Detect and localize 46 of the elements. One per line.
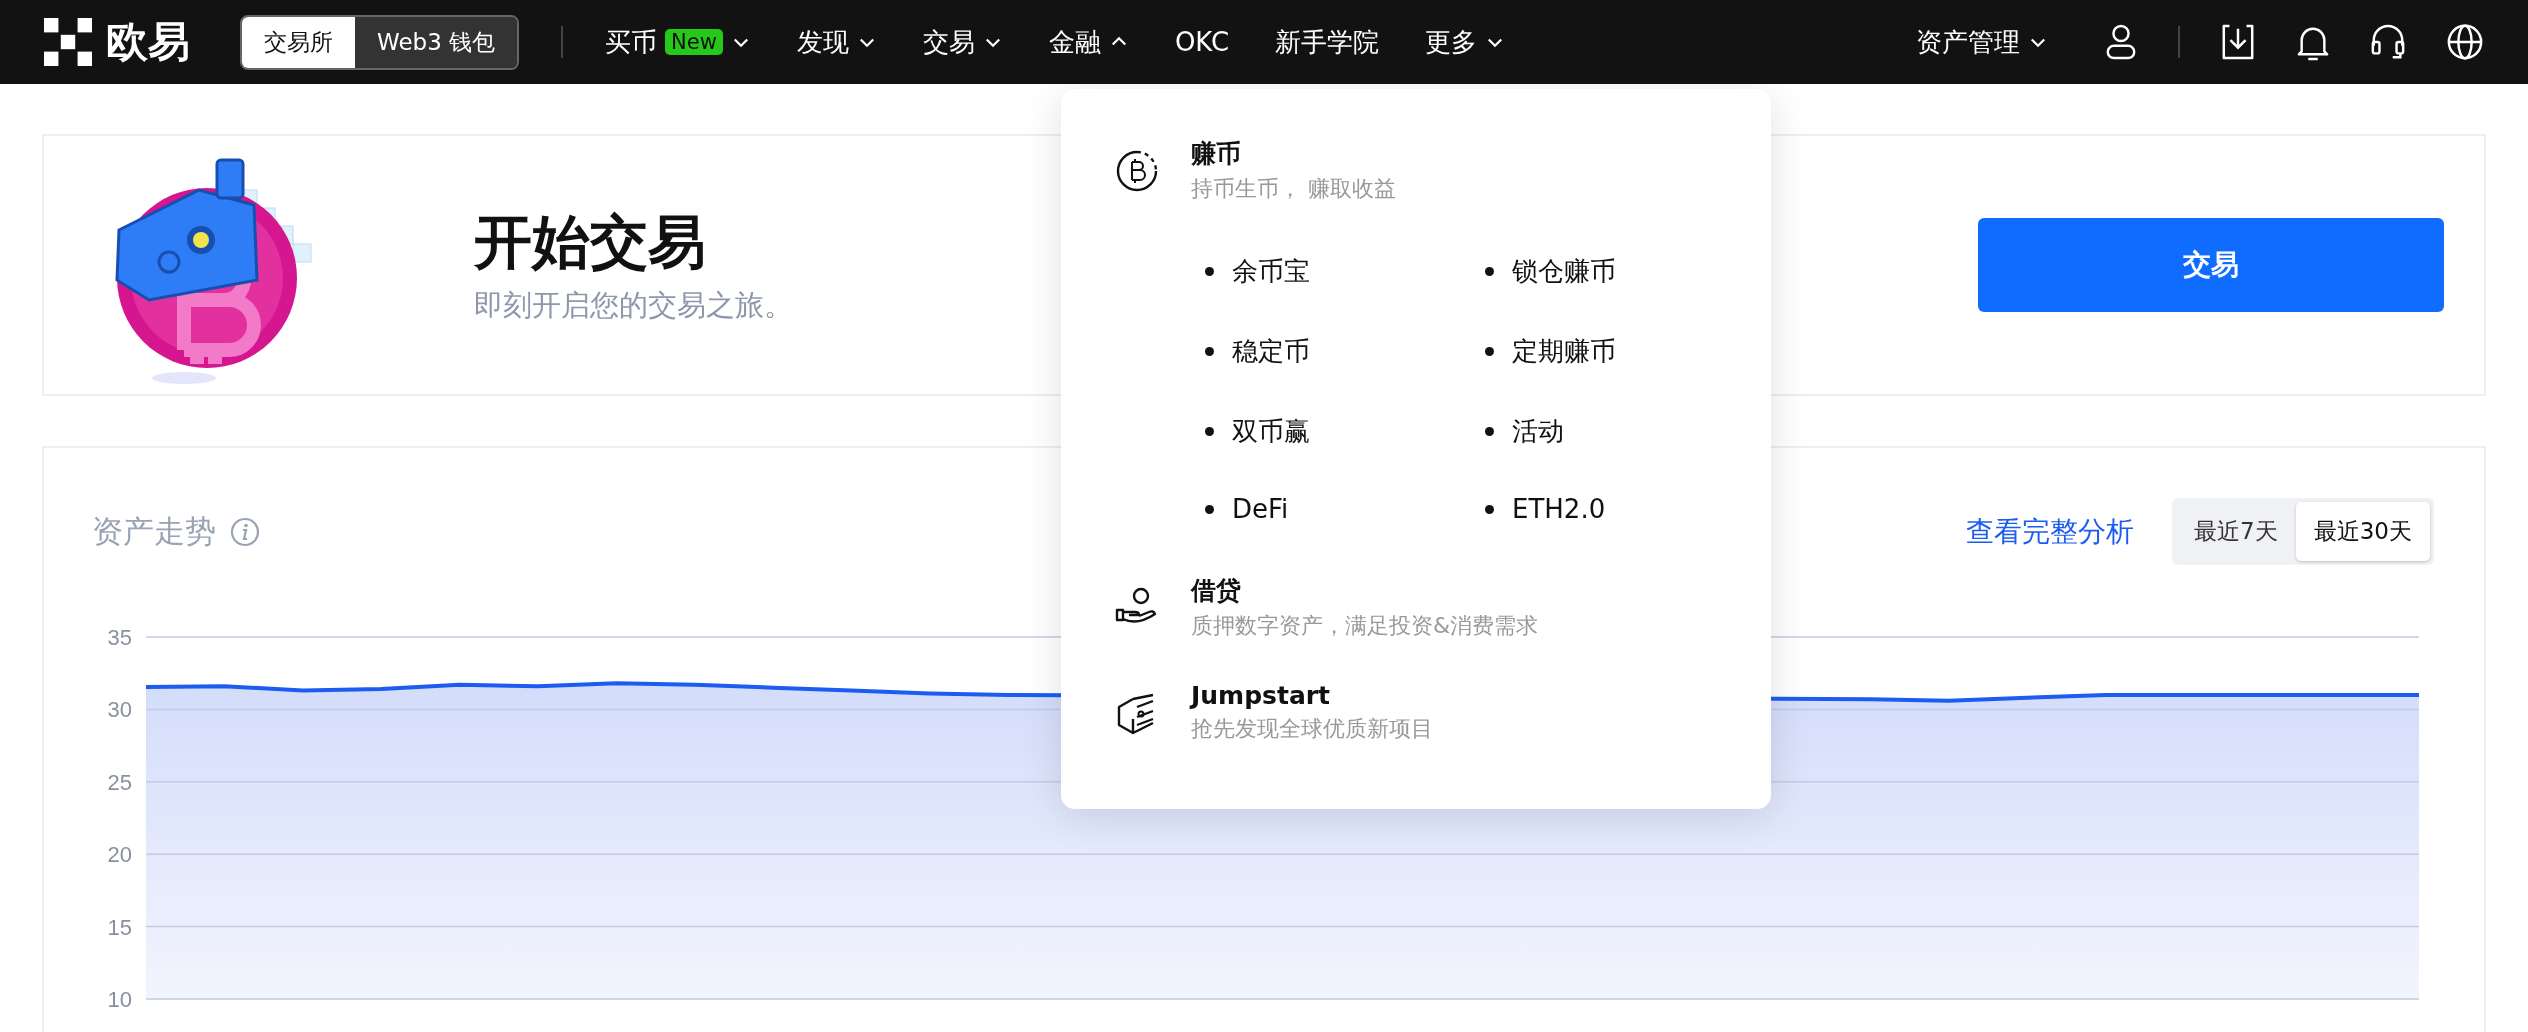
range-tab[interactable]: 最近30天 bbox=[2295, 502, 2430, 561]
nav-menu-item[interactable]: OKC bbox=[1158, 24, 1246, 60]
logo-checker-icon[interactable] bbox=[44, 18, 92, 66]
menu-section-title[interactable]: 赚币 bbox=[1191, 137, 1396, 170]
y-axis-label: 15 bbox=[107, 914, 132, 940]
menu-section-title[interactable]: Jumpstart bbox=[1191, 681, 1433, 710]
info-icon[interactable] bbox=[230, 516, 260, 547]
nav-menu-item[interactable]: 更多 bbox=[1409, 24, 1522, 60]
nav-menu-item[interactable]: 买币 New bbox=[589, 24, 767, 60]
menu-section-subtitle: 持币生币， 赚取收益 bbox=[1191, 175, 1396, 203]
submenu-link[interactable]: 定期赚币 bbox=[1485, 334, 1765, 369]
submenu-link[interactable]: 活动 bbox=[1485, 414, 1765, 449]
y-axis-label: 25 bbox=[107, 769, 132, 795]
banner-subtitle: 即刻开启您的交易之旅。 bbox=[474, 287, 793, 324]
user-icon[interactable] bbox=[2104, 23, 2138, 61]
nav-menu-item[interactable]: 发现 bbox=[780, 24, 893, 60]
coin-icon bbox=[1115, 149, 1159, 193]
logo-text[interactable]: 欧易 bbox=[106, 14, 190, 70]
nav-menu-item[interactable]: 新手学院 bbox=[1259, 24, 1396, 60]
submenu-link[interactable]: 稳定币 bbox=[1205, 334, 1485, 369]
range-tab[interactable]: 最近7天 bbox=[2176, 502, 2296, 561]
banner-title: 开始交易 bbox=[474, 207, 707, 278]
mode-tab[interactable]: Web3 钱包 bbox=[355, 16, 518, 68]
submenu-link[interactable]: 双币赢 bbox=[1205, 414, 1485, 449]
submenu-link[interactable]: DeFi bbox=[1205, 494, 1485, 524]
asset-trend-title: 资产走势 bbox=[92, 511, 216, 551]
y-axis-label: 35 bbox=[107, 625, 132, 650]
asset-management-menu[interactable]: 资产管理 bbox=[1900, 24, 2064, 60]
mode-tab[interactable]: 交易所 bbox=[242, 16, 355, 68]
headset-icon[interactable] bbox=[2370, 23, 2406, 61]
y-axis-label: 10 bbox=[107, 987, 132, 1012]
submenu-link[interactable]: ETH2.0 bbox=[1485, 494, 1765, 524]
full-analysis-link[interactable]: 查看完整分析 bbox=[1966, 512, 2135, 551]
menu-section-title[interactable]: 借贷 bbox=[1191, 574, 1539, 607]
nav-menu-item[interactable]: 交易 bbox=[906, 24, 1019, 60]
trade-button[interactable]: 交易 bbox=[1978, 218, 2444, 312]
download-icon[interactable] bbox=[2220, 23, 2256, 61]
menu-section-subtitle: 抢先发现全球优质新项目 bbox=[1191, 715, 1433, 743]
y-axis-label: 30 bbox=[107, 697, 132, 723]
menu-section-subtitle: 质押数字资产，满足投资&消费需求 bbox=[1191, 612, 1539, 640]
submenu-link[interactable]: 余币宝 bbox=[1205, 254, 1485, 289]
globe-icon[interactable] bbox=[2446, 23, 2484, 61]
nav-menu-item[interactable]: 金融 bbox=[1032, 24, 1145, 60]
submenu-link[interactable]: 锁仓赚币 bbox=[1485, 254, 1765, 289]
y-axis-label: 20 bbox=[107, 842, 132, 868]
new-badge: New bbox=[665, 29, 723, 55]
